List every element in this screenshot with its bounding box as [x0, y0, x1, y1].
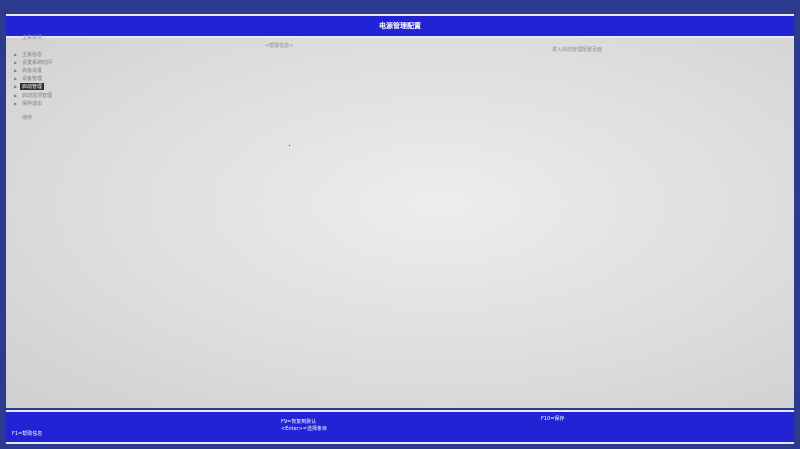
- help-text: 进入启动管理配置页面: [552, 47, 603, 53]
- menu-item-label: 保存退出: [22, 100, 43, 107]
- main-panel: 主菜单项 ▶ 主板信息 ▶ 设置系统时间 ▶ 高级设置 ▶ 设备管理 ▶ 启动管…: [6, 35, 794, 408]
- menu-item-board-info[interactable]: ▶ 主板信息: [14, 50, 54, 58]
- menu-item-label: 主板信息: [22, 51, 43, 58]
- hint-f9-defaults: F9=恢复到默认: [281, 419, 317, 425]
- menu-item-system-time[interactable]: ▶ 设置系统时间: [14, 58, 54, 66]
- footer-hints: F1=帮助信息 F9=恢复到默认 <Enter>=选择条目 F10=保存: [6, 410, 794, 444]
- menu-item-boot-options[interactable]: ▶ 启动选项管理: [14, 91, 54, 99]
- menu-item-label: 启动管理: [20, 83, 45, 91]
- menu-section-title: 主菜单项: [22, 35, 43, 41]
- menu-item-boot-manager[interactable]: ▶ 启动管理: [14, 83, 54, 91]
- firmware-setup-screen: 电源管理配置 主菜单项 ▶ 主板信息 ▶ 设置系统时间 ▶ 高级设置 ▶ 设备管…: [0, 0, 800, 449]
- menu-item-save-exit[interactable]: ▶ 保存退出: [14, 99, 54, 107]
- help-heading: <帮助信息>: [265, 43, 294, 49]
- menu-item-device-manager[interactable]: ▶ 设备管理: [14, 75, 54, 83]
- continue-link[interactable]: 继续: [22, 114, 32, 121]
- menu-item-advanced[interactable]: ▶ 高级设置: [14, 66, 54, 74]
- title-bar: 电源管理配置: [6, 14, 794, 38]
- page-title: 电源管理配置: [379, 22, 421, 30]
- menu-item-label: 启动选项管理: [22, 92, 53, 99]
- menu-item-label: 设置系统时间: [22, 59, 53, 66]
- hint-f1-help: F1=帮助信息: [12, 431, 43, 437]
- menu-list: ▶ 主板信息 ▶ 设置系统时间 ▶ 高级设置 ▶ 设备管理 ▶ 启动管理 ▶ 启…: [14, 50, 54, 107]
- menu-item-label: 高级设置: [22, 67, 43, 74]
- cursor-dot: [289, 145, 290, 146]
- hint-f10-save: F10=保存: [541, 416, 565, 422]
- menu-item-label: 设备管理: [22, 76, 43, 83]
- hint-enter-select: <Enter>=选择条目: [281, 426, 327, 432]
